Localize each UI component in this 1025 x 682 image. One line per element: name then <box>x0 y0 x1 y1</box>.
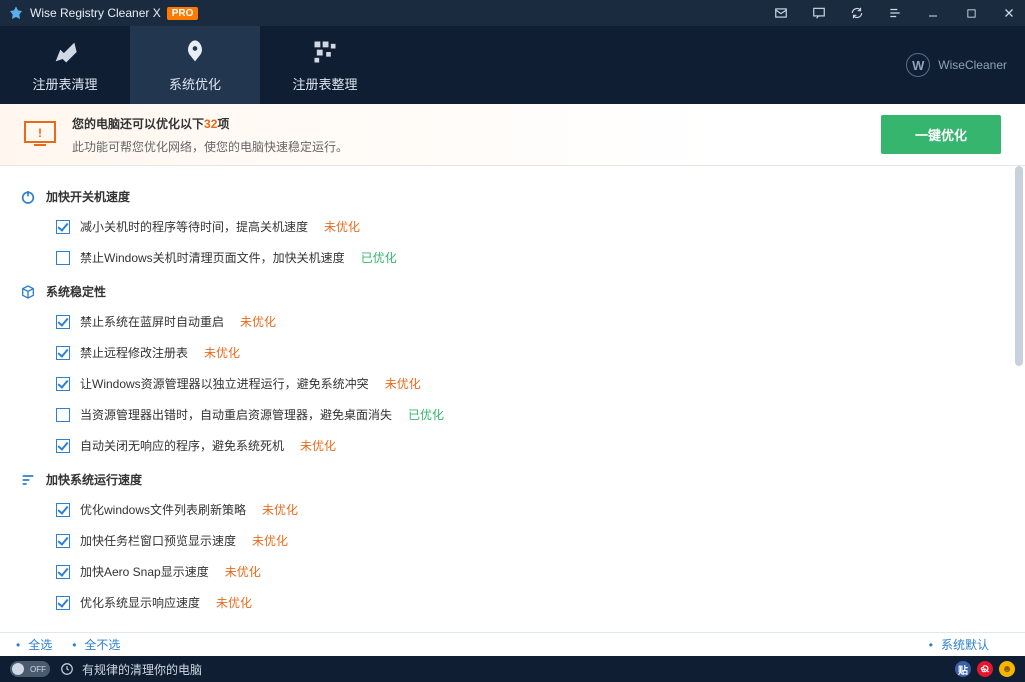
option-row: 当资源管理器出错时，自动重启资源管理器，避免桌面消失已优化 <box>0 399 1025 430</box>
maximize-icon[interactable] <box>963 5 979 21</box>
bullet-icon: • <box>929 638 933 652</box>
social-smile-icon[interactable]: ☻ <box>999 661 1015 677</box>
social-tieba-icon[interactable]: 贴 <box>955 661 971 677</box>
checkbox[interactable] <box>56 439 70 453</box>
option-row: 加快任务栏窗口预览显示速度未优化 <box>0 525 1025 556</box>
checkbox[interactable] <box>56 534 70 548</box>
status-badge: 未优化 <box>262 501 298 518</box>
status-badge: 未优化 <box>240 313 276 330</box>
schedule-toggle[interactable]: OFF <box>10 661 50 677</box>
checkbox[interactable] <box>56 377 70 391</box>
svg-text:!: ! <box>38 126 42 140</box>
option-row: 优化windows文件列表刷新策略未优化 <box>0 494 1025 525</box>
schedule-text: 有规律的清理你的电脑 <box>82 661 202 678</box>
checkbox[interactable] <box>56 596 70 610</box>
feedback-icon[interactable] <box>811 5 827 21</box>
option-text: 让Windows资源管理器以独立进程运行，避免系统冲突 <box>80 375 369 392</box>
option-text: 减小关机时的程序等待时间，提高关机速度 <box>80 218 308 235</box>
speed-icon <box>20 472 36 488</box>
checkbox[interactable] <box>56 315 70 329</box>
grid-icon <box>311 38 339 66</box>
tab-label: 注册表整理 <box>292 74 357 93</box>
power-icon <box>20 189 36 205</box>
option-row: 禁止远程修改注册表未优化 <box>0 337 1025 368</box>
app-title: Wise Registry Cleaner X <box>30 6 161 20</box>
section-title: 加快开关机速度 <box>46 188 130 205</box>
option-row: 自动关闭无响应的程序，避免系统死机未优化 <box>0 430 1025 461</box>
option-text: 自动关闭无响应的程序，避免系统死机 <box>80 437 284 454</box>
close-icon[interactable] <box>1001 5 1017 21</box>
refresh-icon[interactable] <box>849 5 865 21</box>
brush-icon <box>51 38 79 66</box>
checkbox[interactable] <box>56 220 70 234</box>
footer-status: OFF 有规律的清理你的电脑 贴 ଈ ☻ <box>0 656 1025 682</box>
rocket-icon <box>181 38 209 66</box>
footer-selection: • 全选 • 全不选 • 系统默认 <box>0 632 1025 656</box>
status-badge: 未优化 <box>204 344 240 361</box>
option-row: 让Windows资源管理器以独立进程运行，避免系统冲突未优化 <box>0 368 1025 399</box>
option-text: 禁止系统在蓝屏时自动重启 <box>80 313 224 330</box>
content-area: 加快开关机速度减小关机时的程序等待时间，提高关机速度未优化禁止Windows关机… <box>0 166 1025 632</box>
menu-icon[interactable] <box>887 5 903 21</box>
option-text: 优化系统显示响应速度 <box>80 594 200 611</box>
option-row: 加快Aero Snap显示速度未优化 <box>0 556 1025 587</box>
banner: ! 您的电脑还可以优化以下32项 此功能可帮您优化网络，使您的电脑快速稳定运行。… <box>0 104 1025 166</box>
section-header: 加快开关机速度 <box>0 182 1025 211</box>
minimize-icon[interactable] <box>925 5 941 21</box>
tab-label: 注册表清理 <box>32 74 97 93</box>
option-row: 减小关机时的程序等待时间，提高关机速度未优化 <box>0 211 1025 242</box>
status-badge: 未优化 <box>252 532 288 549</box>
cube-icon <box>20 284 36 300</box>
titlebar: Wise Registry Cleaner X PRO <box>0 0 1025 26</box>
status-badge: 未优化 <box>300 437 336 454</box>
option-text: 禁止远程修改注册表 <box>80 344 188 361</box>
status-badge: 未优化 <box>225 563 261 580</box>
option-text: 当资源管理器出错时，自动重启资源管理器，避免桌面消失 <box>80 406 392 423</box>
section-header: 系统稳定性 <box>0 277 1025 306</box>
bullet-icon: • <box>72 638 76 652</box>
select-none-link[interactable]: 全不选 <box>84 636 120 653</box>
pro-badge: PRO <box>167 7 199 20</box>
checkbox[interactable] <box>56 346 70 360</box>
tab-system-optimize[interactable]: 系统优化 <box>130 26 260 104</box>
option-row: 优化系统显示响应速度未优化 <box>0 587 1025 618</box>
status-badge: 未优化 <box>324 218 360 235</box>
social-weibo-icon[interactable]: ଈ <box>977 661 993 677</box>
status-badge: 已优化 <box>361 249 397 266</box>
navbar: 注册表清理 系统优化 注册表整理 W WiseCleaner <box>0 26 1025 104</box>
tab-label: 系统优化 <box>169 74 221 93</box>
monitor-warning-icon: ! <box>24 121 56 149</box>
status-badge: 未优化 <box>385 375 421 392</box>
brand-text: WiseCleaner <box>938 58 1007 72</box>
checkbox[interactable] <box>56 503 70 517</box>
app-logo-icon <box>8 5 24 21</box>
option-text: 禁止Windows关机时清理页面文件，加快关机速度 <box>80 249 345 266</box>
scrollbar[interactable] <box>1015 166 1023 632</box>
option-row: 禁止系统在蓝屏时自动重启未优化 <box>0 306 1025 337</box>
section-header: 加快系统运行速度 <box>0 465 1025 494</box>
banner-title: 您的电脑还可以优化以下32项 <box>72 115 348 132</box>
tab-registry-clean[interactable]: 注册表清理 <box>0 26 130 104</box>
brand[interactable]: W WiseCleaner <box>906 26 1007 104</box>
select-all-link[interactable]: 全选 <box>28 636 52 653</box>
option-text: 加快任务栏窗口预览显示速度 <box>80 532 236 549</box>
checkbox[interactable] <box>56 408 70 422</box>
mail-icon[interactable] <box>773 5 789 21</box>
optimize-button[interactable]: 一键优化 <box>881 115 1001 154</box>
option-text: 优化windows文件列表刷新策略 <box>80 501 246 518</box>
option-row: 禁止Windows关机时清理页面文件，加快关机速度已优化 <box>0 242 1025 273</box>
clock-icon <box>60 662 74 676</box>
section-title: 系统稳定性 <box>46 283 106 300</box>
checkbox[interactable] <box>56 565 70 579</box>
status-badge: 未优化 <box>216 594 252 611</box>
section-title: 加快系统运行速度 <box>46 471 142 488</box>
tab-registry-defrag[interactable]: 注册表整理 <box>260 26 390 104</box>
checkbox[interactable] <box>56 251 70 265</box>
bullet-icon: • <box>16 638 20 652</box>
system-default-link[interactable]: 系统默认 <box>941 636 989 653</box>
brand-logo-icon: W <box>906 53 930 77</box>
banner-subtitle: 此功能可帮您优化网络，使您的电脑快速稳定运行。 <box>72 138 348 155</box>
status-badge: 已优化 <box>408 406 444 423</box>
option-text: 加快Aero Snap显示速度 <box>80 563 209 580</box>
